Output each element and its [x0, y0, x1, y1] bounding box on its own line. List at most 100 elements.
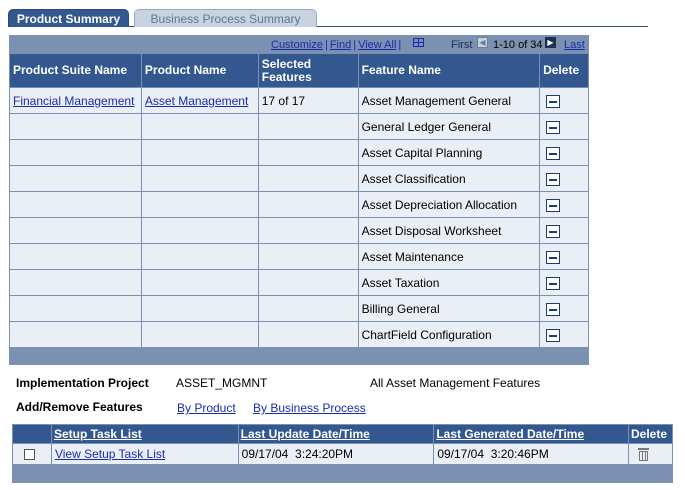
feature-name-cell: Asset Capital Planning: [357, 139, 541, 166]
delete-row-icon[interactable]: [546, 250, 561, 264]
tab-product-summary[interactable]: Product Summary: [8, 9, 129, 27]
table-row: Asset Disposal Worksheet: [9, 217, 589, 244]
table-header-row: Product Suite Name Product Name Selected…: [9, 53, 589, 88]
selected-features-cell: [257, 243, 359, 270]
delete-row-icon[interactable]: [546, 146, 561, 160]
product-suite-cell: [9, 295, 142, 322]
arrow-left-icon: ◀: [477, 37, 488, 48]
tab-bar: Product Summary Business Process Summary: [8, 9, 648, 27]
delete-cell: [539, 165, 589, 192]
product-name-cell[interactable]: Asset Management: [140, 87, 259, 114]
row-range-label: 1-10 of 34: [493, 39, 543, 51]
separator: |: [398, 39, 402, 51]
col-header-product-name: Product Name: [140, 53, 259, 88]
grid-icon[interactable]: [413, 38, 424, 47]
setup-task-grid: Setup Task List Last Update Date/Time La…: [12, 424, 674, 483]
table-row: Financial Management Asset Management 17…: [9, 87, 589, 114]
product-name-cell: [140, 321, 259, 348]
product-suite-cell: [9, 191, 142, 218]
col-header-product-suite: Product Suite Name: [9, 53, 142, 88]
feature-name-cell: Asset Disposal Worksheet: [357, 217, 541, 244]
delete-cell: [627, 443, 674, 465]
view-all-link[interactable]: View All: [358, 39, 396, 51]
feature-name-cell: ChartField Configuration: [357, 321, 541, 348]
setup-task-cell: View Setup Task List: [50, 443, 239, 465]
checkbox-icon[interactable]: [24, 449, 35, 461]
delete-row-icon[interactable]: [546, 120, 561, 134]
last-generated-cell: 09/17/04 3:20:46PM: [433, 443, 629, 465]
by-business-process-link[interactable]: By Business Process: [253, 401, 366, 415]
delete-cell: [539, 295, 589, 322]
table-row: Asset Depreciation Allocation: [9, 191, 589, 218]
col-header-last-generated[interactable]: Last Generated Date/Time: [433, 424, 629, 444]
product-suite-link[interactable]: Financial Management: [13, 94, 134, 108]
trash-icon[interactable]: [637, 448, 649, 462]
table-row: Asset Classification: [9, 165, 589, 192]
delete-row-icon[interactable]: [546, 172, 561, 186]
feature-name-cell: Asset Classification: [357, 165, 541, 192]
table-row: General Ledger General: [9, 113, 589, 140]
delete-cell: [539, 217, 589, 244]
delete-row-icon[interactable]: [546, 328, 561, 342]
delete-cell: [539, 113, 589, 140]
feature-name-cell: Asset Depreciation Allocation: [357, 191, 541, 218]
last-link[interactable]: Last: [564, 39, 585, 51]
customize-link[interactable]: Customize: [271, 39, 323, 51]
product-name-link[interactable]: Asset Management: [145, 94, 248, 108]
selected-features-cell: [257, 295, 359, 322]
col-header-feature-name: Feature Name: [357, 53, 541, 88]
selected-features-cell: 17 of 17: [257, 87, 359, 114]
product-name-cell: [140, 295, 259, 322]
delete-cell: [539, 139, 589, 166]
view-setup-task-list-link[interactable]: View Setup Task List: [55, 447, 165, 461]
grid-navigation-bar: Customize | Find | View All | First ◀ 1-10 of…: [9, 35, 589, 53]
product-name-cell: [140, 217, 259, 244]
col-header-setup-task-list[interactable]: Setup Task List: [50, 424, 239, 444]
sort-last-generated-link[interactable]: Last Generated Date/Time: [436, 427, 584, 441]
product-name-cell: [140, 243, 259, 270]
delete-row-icon[interactable]: [546, 94, 561, 108]
selected-features-cell: [257, 165, 359, 192]
last-update-cell: 09/17/04 3:24:20PM: [237, 443, 435, 465]
selected-features-cell: [257, 321, 359, 348]
implementation-project-value: ASSET_MGMNT: [176, 376, 268, 390]
col-header-selected-features: Selected Features: [257, 53, 359, 88]
product-name-cell: [140, 113, 259, 140]
features-grid: Customize | Find | View All | First ◀ 1-10 of…: [9, 35, 589, 365]
product-suite-cell[interactable]: Financial Management: [9, 87, 142, 114]
sort-last-update-link[interactable]: Last Update Date/Time: [241, 427, 370, 441]
delete-row-icon[interactable]: [546, 224, 561, 238]
delete-row-icon[interactable]: [546, 198, 561, 212]
col-header-select: [12, 424, 52, 444]
delete-cell: [539, 243, 589, 270]
product-name-cell: [140, 269, 259, 296]
col-header-last-update[interactable]: Last Update Date/Time: [237, 424, 435, 444]
feature-name-cell: General Ledger General: [357, 113, 541, 140]
table-row: Asset Capital Planning: [9, 139, 589, 166]
product-suite-cell: [9, 113, 142, 140]
feature-name-cell: Asset Maintenance: [357, 243, 541, 270]
delete-cell: [539, 269, 589, 296]
select-cell: [12, 443, 52, 465]
find-link[interactable]: Find: [330, 39, 351, 51]
tab-business-process-summary[interactable]: Business Process Summary: [134, 9, 317, 27]
table-row: Asset Taxation: [9, 269, 589, 296]
table-row: View Setup Task List 09/17/04 3:24:20PM …: [12, 443, 674, 465]
features-table: Product Suite Name Product Name Selected…: [9, 53, 589, 348]
separator: |: [324, 39, 328, 51]
delete-row-icon[interactable]: [546, 302, 561, 316]
sort-setup-task-list-link[interactable]: Setup Task List: [54, 427, 142, 441]
delete-row-icon[interactable]: [546, 276, 561, 290]
product-name-cell: [140, 191, 259, 218]
feature-name-cell: Asset Taxation: [357, 269, 541, 296]
selected-features-cell: [257, 191, 359, 218]
product-suite-cell: [9, 139, 142, 166]
table-header-row: Setup Task List Last Update Date/Time La…: [12, 424, 674, 444]
table-row: Asset Maintenance: [9, 243, 589, 270]
by-product-link[interactable]: By Product: [177, 401, 236, 415]
feature-name-cell: Asset Management General: [357, 87, 541, 114]
arrow-right-icon[interactable]: ▶: [545, 37, 556, 48]
feature-name-cell: Billing General: [357, 295, 541, 322]
product-suite-cell: [9, 243, 142, 270]
selected-features-cell: [257, 269, 359, 296]
